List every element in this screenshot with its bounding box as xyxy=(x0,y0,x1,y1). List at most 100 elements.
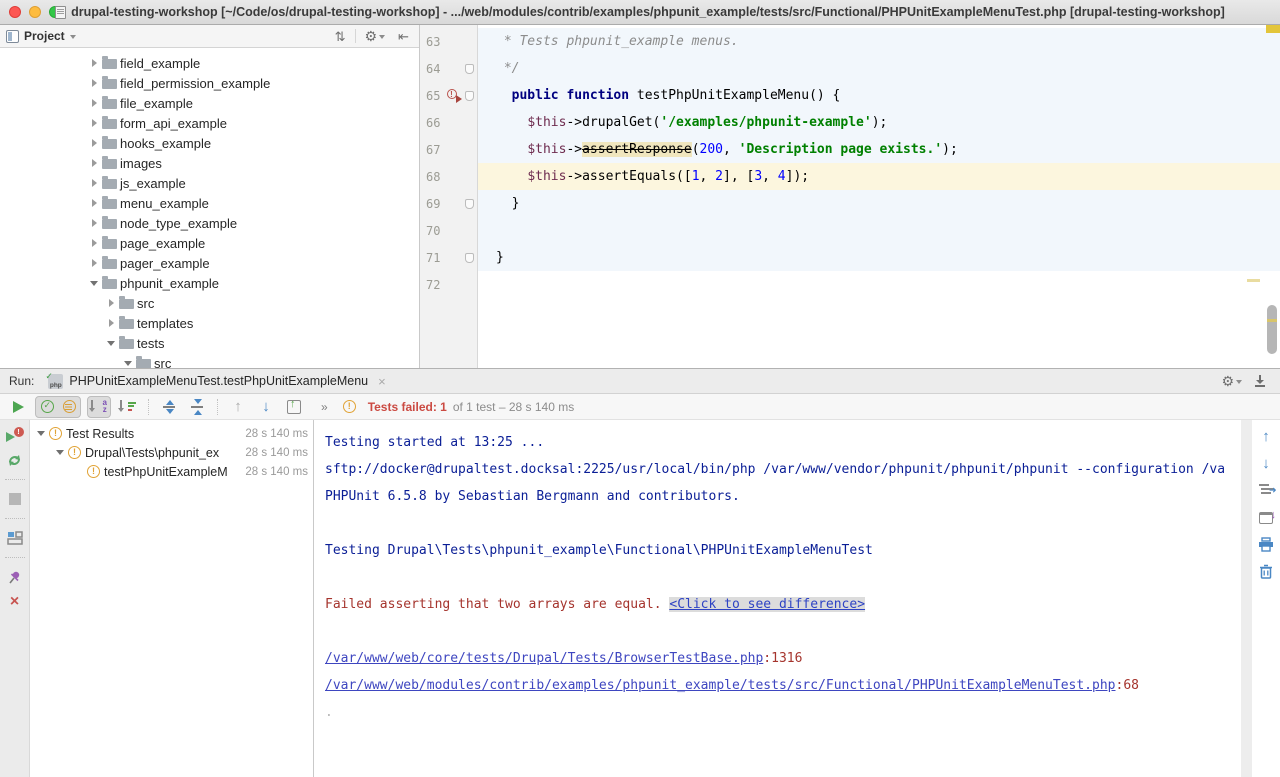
sort-by-duration-toggle[interactable] xyxy=(117,397,139,417)
chevron-right-icon[interactable] xyxy=(89,219,99,227)
code-line-72[interactable] xyxy=(478,271,1280,298)
tree-item-templates[interactable]: templates xyxy=(0,313,419,333)
code-line-67[interactable]: $this->assertResponse(200, 'Description … xyxy=(478,136,1280,163)
console-link[interactable]: /var/www/web/modules/contrib/examples/ph… xyxy=(325,678,1116,693)
code-token: , xyxy=(700,169,716,184)
rerun-icon[interactable] xyxy=(6,452,24,468)
tree-item-src[interactable]: src xyxy=(0,293,419,313)
fold-marker-icon[interactable] xyxy=(465,91,474,101)
inspection-status-indicator[interactable] xyxy=(1266,25,1280,33)
test-name-label: testPhpUnitExampleM xyxy=(104,465,241,479)
more-actions-chevron[interactable]: » xyxy=(321,400,329,414)
chevron-right-icon[interactable] xyxy=(89,179,99,187)
hide-panel-icon[interactable] xyxy=(1254,375,1266,387)
up-stacktrace-button[interactable]: ↑ xyxy=(1257,428,1275,445)
next-failed-test-button[interactable]: ↓ xyxy=(255,397,277,417)
clear-console-icon[interactable] xyxy=(1257,563,1275,580)
chevron-down-icon[interactable] xyxy=(55,450,64,455)
rerun-failed-tests-button[interactable]: ! xyxy=(6,427,24,443)
show-ignored-toggle[interactable] xyxy=(58,397,80,417)
show-passed-toggle[interactable] xyxy=(36,397,58,417)
tree-item-phpunit_example[interactable]: phpunit_example xyxy=(0,273,419,293)
code-line-70[interactable] xyxy=(478,217,1280,244)
chevron-down-icon[interactable] xyxy=(123,361,133,366)
console-link[interactable]: <Click to see difference> xyxy=(669,597,865,612)
stop-button[interactable] xyxy=(6,491,24,507)
down-stacktrace-button[interactable]: ↓ xyxy=(1257,455,1275,472)
pin-tab-button[interactable] xyxy=(6,569,24,585)
tree-item-label: templates xyxy=(137,316,193,331)
gear-icon[interactable]: ⚙ xyxy=(1221,373,1242,390)
close-window-button[interactable] xyxy=(9,6,21,18)
fold-marker-icon[interactable] xyxy=(465,64,474,74)
scroll-to-trace-icon[interactable] xyxy=(1257,482,1275,499)
collapse-all-button[interactable] xyxy=(186,397,208,417)
fold-slot xyxy=(462,91,476,101)
export-test-results-button[interactable] xyxy=(283,397,305,417)
tree-item-menu_example[interactable]: menu_example xyxy=(0,193,419,213)
fold-marker-icon[interactable] xyxy=(465,199,474,209)
console-link[interactable]: /var/www/web/core/tests/Drupal/Tests/Bro… xyxy=(325,651,763,666)
code-token xyxy=(496,115,527,130)
code-line-71[interactable]: } xyxy=(478,244,1280,271)
chevron-right-icon[interactable] xyxy=(89,239,99,247)
tree-item-field_permission_example[interactable]: field_permission_example xyxy=(0,73,419,93)
chevron-down-icon[interactable] xyxy=(70,35,76,39)
tree-item-js_example[interactable]: js_example xyxy=(0,173,419,193)
close-panel-button[interactable]: × xyxy=(6,594,24,610)
tree-item-tests[interactable]: tests xyxy=(0,333,419,353)
tree-item-form_api_example[interactable]: form_api_example xyxy=(0,113,419,133)
chevron-right-icon[interactable] xyxy=(89,259,99,267)
import-test-results-icon[interactable] xyxy=(1257,509,1275,526)
test-failed-run-icon[interactable]: ! xyxy=(447,89,460,102)
code-line-63[interactable]: * Tests phpunit_example menus. xyxy=(478,28,1280,55)
code-line-69[interactable]: } xyxy=(478,190,1280,217)
chevron-right-icon[interactable] xyxy=(89,159,99,167)
chevron-down-icon[interactable] xyxy=(89,281,99,286)
rerun-button[interactable] xyxy=(7,397,29,417)
code-line-64[interactable]: */ xyxy=(478,55,1280,82)
chevron-right-icon[interactable] xyxy=(106,319,116,327)
test-tree-row[interactable]: !Test Results28 s 140 ms xyxy=(30,424,313,443)
previous-failed-test-button[interactable]: ↑ xyxy=(227,397,249,417)
chevron-down-icon[interactable] xyxy=(106,341,116,346)
chevron-right-icon[interactable] xyxy=(89,199,99,207)
chevron-right-icon[interactable] xyxy=(89,59,99,67)
sort-alphabetically-toggle[interactable]: az xyxy=(88,397,110,417)
tree-item-images[interactable]: images xyxy=(0,153,419,173)
code-line-68[interactable]: $this->assertEquals([1, 2], [3, 4]); xyxy=(478,163,1280,190)
fold-marker-icon[interactable] xyxy=(465,253,474,263)
tree-item-src[interactable]: src xyxy=(0,353,419,368)
console-scrollbar-track[interactable] xyxy=(1241,420,1252,777)
zoom-window-button[interactable] xyxy=(49,6,61,18)
tree-item-node_type_example[interactable]: node_type_example xyxy=(0,213,419,233)
test-tree-row[interactable]: !Drupal\Tests\phpunit_ex28 s 140 ms xyxy=(30,443,313,462)
expand-all-button[interactable] xyxy=(158,397,180,417)
console-line xyxy=(325,510,1240,537)
tree-item-file_example[interactable]: file_example xyxy=(0,93,419,113)
chevron-right-icon[interactable] xyxy=(89,79,99,87)
tree-item-page_example[interactable]: page_example xyxy=(0,233,419,253)
chevron-right-icon[interactable] xyxy=(106,299,116,307)
print-icon[interactable] xyxy=(1257,536,1275,553)
chevron-right-icon[interactable] xyxy=(89,119,99,127)
minimize-window-button[interactable] xyxy=(29,6,41,18)
chevron-right-icon[interactable] xyxy=(89,139,99,147)
scroll-from-source-icon[interactable]: ⇅ xyxy=(331,30,350,43)
restore-layout-button[interactable] xyxy=(6,530,24,546)
gear-icon[interactable]: ⚙ xyxy=(361,30,390,43)
test-tree-row[interactable]: !testPhpUnitExampleM28 s 140 ms xyxy=(30,462,313,481)
tree-item-pager_example[interactable]: pager_example xyxy=(0,253,419,273)
tree-item-field_example[interactable]: field_example xyxy=(0,53,419,73)
code-line-65[interactable]: public function testPhpUnitExampleMenu()… xyxy=(478,82,1280,109)
close-icon[interactable]: × xyxy=(378,374,386,389)
tree-item-hooks_example[interactable]: hooks_example xyxy=(0,133,419,153)
code-line-66[interactable]: $this->drupalGet('/examples/phpunit-exam… xyxy=(478,109,1280,136)
chevron-right-icon[interactable] xyxy=(89,99,99,107)
collapse-panel-icon[interactable]: ⇤ xyxy=(394,30,413,43)
editor-code-pane[interactable]: * Tests phpunit_example menus. */ public… xyxy=(478,25,1280,368)
chevron-down-icon[interactable] xyxy=(36,431,45,436)
run-configuration-tab[interactable]: ✓php PHPUnitExampleMenuTest.testPhpUnitE… xyxy=(48,374,385,389)
editor-scrollbar[interactable] xyxy=(1267,305,1277,354)
error-stripe-mark[interactable] xyxy=(1247,279,1260,282)
